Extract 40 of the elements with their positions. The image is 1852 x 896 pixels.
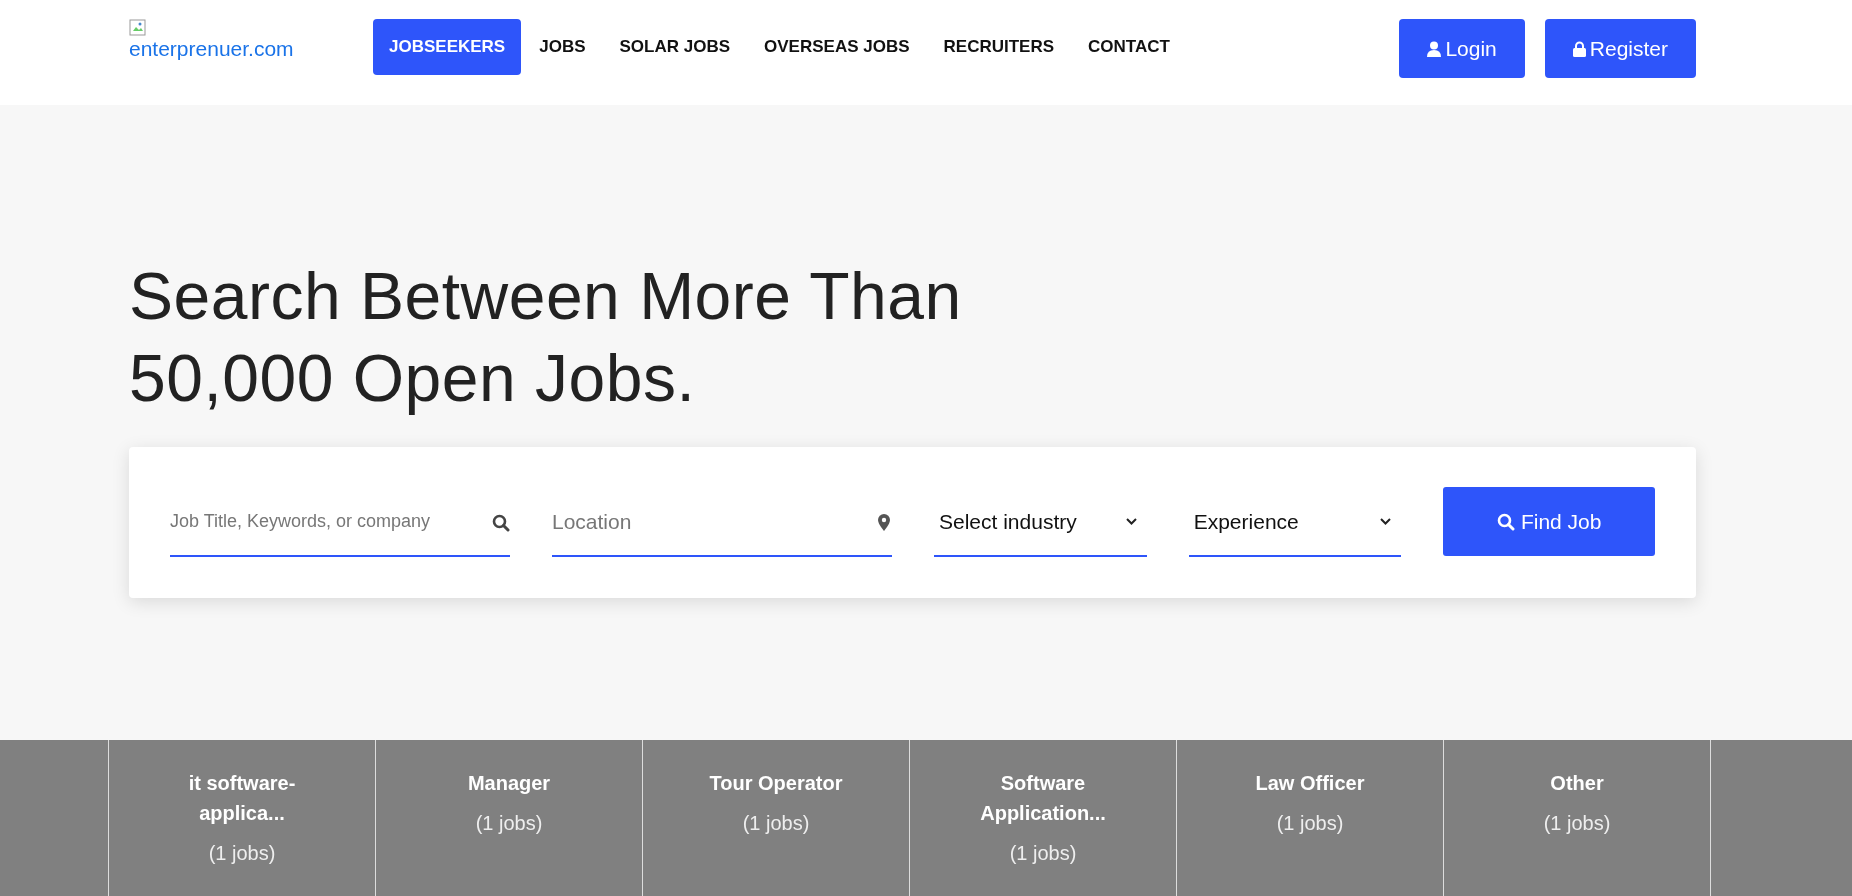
search-icon bbox=[492, 513, 510, 532]
category-name: Tour Operator bbox=[709, 771, 843, 796]
category-tile[interactable]: Software Application... (1 jobs) bbox=[910, 740, 1177, 896]
nav-link[interactable]: JOBS bbox=[523, 19, 602, 75]
job-count: (1 jobs) bbox=[208, 842, 276, 865]
category-name: Other bbox=[1550, 771, 1604, 796]
keyword-field[interactable]: Job Title, Keywords, or company bbox=[170, 488, 510, 557]
select-field[interactable]: Select industry bbox=[934, 488, 1147, 557]
category-tile[interactable]: Law Officer (1 jobs) bbox=[1177, 740, 1444, 896]
nav-link[interactable]: RECRUITERS bbox=[927, 19, 1071, 75]
register-button[interactable]: Register bbox=[1544, 19, 1696, 78]
category-tile[interactable]: Other (1 jobs) bbox=[1444, 740, 1711, 896]
category-tile[interactable]: Manager (1 jobs) bbox=[376, 740, 643, 896]
chevron-down-icon bbox=[1380, 518, 1392, 525]
category-name: Manager bbox=[467, 771, 551, 796]
category-name: it software-applica... bbox=[187, 771, 297, 826]
nav-link[interactable]: SOLAR JOBS bbox=[603, 19, 747, 75]
chevron-down-icon bbox=[1125, 518, 1137, 525]
search-icon bbox=[1496, 512, 1515, 531]
nav-link[interactable]: JOBSEEKERS bbox=[373, 19, 522, 75]
category-tile[interactable]: it software-applica... (1 jobs) bbox=[109, 740, 376, 896]
category-tile[interactable]: Tour Operator (1 jobs) bbox=[643, 740, 910, 896]
user-icon bbox=[1427, 40, 1442, 57]
login-button[interactable]: Login bbox=[1399, 19, 1525, 78]
nav-link[interactable]: OVERSEAS JOBS bbox=[748, 19, 926, 75]
job-count: (1 jobs) bbox=[742, 812, 810, 835]
job-count: (1 jobs) bbox=[1009, 842, 1077, 865]
find-job-button[interactable]: Find Job bbox=[1443, 487, 1655, 556]
logo-link[interactable]: enterprenuer.com bbox=[129, 37, 294, 61]
lock-icon bbox=[1572, 40, 1586, 57]
nav-link[interactable]: CONTACT bbox=[1072, 19, 1186, 75]
map-pin-icon bbox=[878, 513, 890, 531]
broken-image-icon bbox=[129, 19, 147, 37]
job-count: (1 jobs) bbox=[1543, 812, 1611, 835]
job-count: (1 jobs) bbox=[1276, 812, 1344, 835]
hero-heading: Search Between More Than 50,000 Open Jobs. bbox=[129, 258, 963, 417]
job-count: (1 jobs) bbox=[475, 812, 543, 835]
category-name: Software Application... bbox=[979, 771, 1107, 826]
category-name: Law Officer bbox=[1255, 771, 1365, 796]
select-field[interactable]: Experience bbox=[1188, 488, 1402, 557]
